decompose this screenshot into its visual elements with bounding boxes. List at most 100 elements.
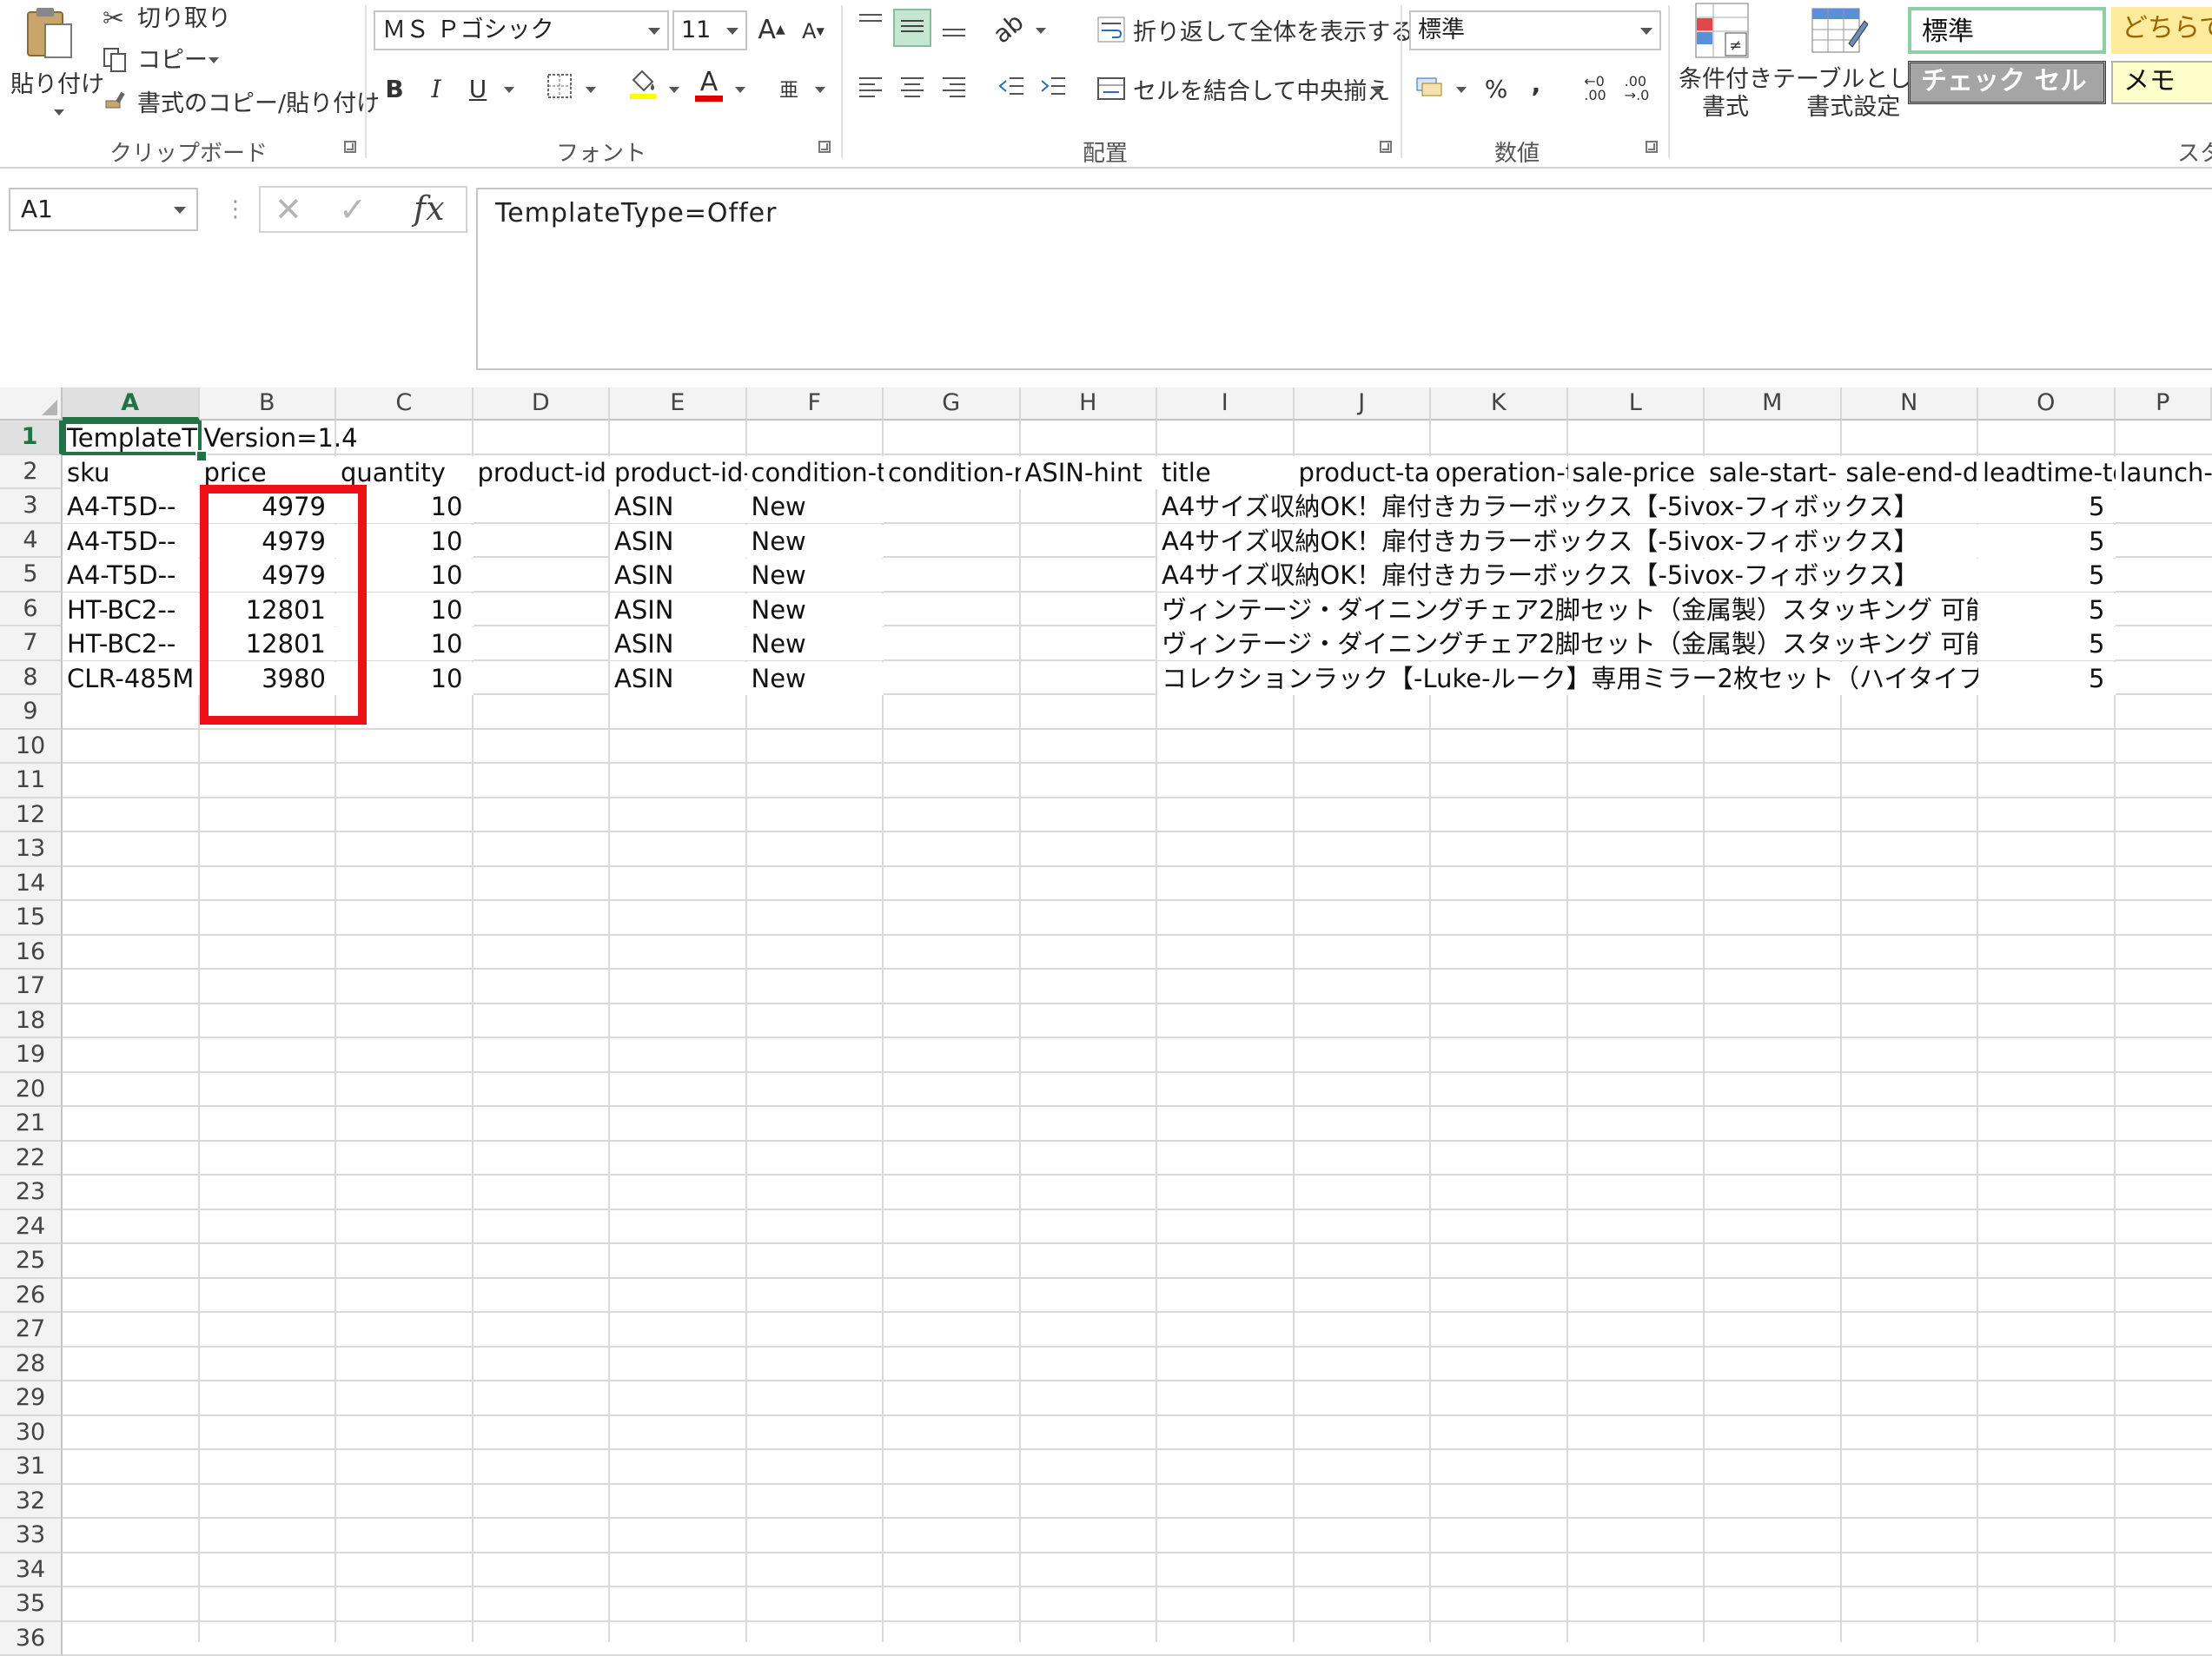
number-format-combo[interactable]: 標準 <box>1409 10 1661 50</box>
cell-c8[interactable]: 10 <box>336 662 474 695</box>
row-header-1[interactable]: 1 <box>0 421 63 455</box>
cell-b4[interactable]: 4979 <box>200 525 337 558</box>
row-header-10[interactable]: 10 <box>0 730 63 765</box>
row-header-17[interactable]: 17 <box>0 970 63 1004</box>
font-color-button[interactable]: A <box>692 68 726 103</box>
cell-i8[interactable]: コレクションラック【-Luke-ルーク】専用ミラー2枚セット（ハイタイプ用/ス <box>1157 662 1978 695</box>
percent-style-button[interactable]: % <box>1479 71 1513 106</box>
cell-e7[interactable]: ASIN <box>610 627 747 660</box>
cell-b6[interactable]: 12801 <box>200 593 337 626</box>
row-header-20[interactable]: 20 <box>0 1073 63 1108</box>
cell-i7[interactable]: ヴィンテージ・ダイニングチェア2脚セット（金属製）スタッキング 可能、デ <box>1157 627 1978 660</box>
column-header-m[interactable]: M <box>1705 388 1842 421</box>
enter-icon[interactable]: ✓ <box>339 193 367 226</box>
cell-e2[interactable]: product-id- <box>610 456 747 489</box>
cancel-icon[interactable]: ✕ <box>275 193 302 226</box>
align-left-button[interactable] <box>853 71 888 106</box>
column-header-d[interactable]: D <box>474 388 611 421</box>
cell-a4[interactable]: A4-T5D-- <box>63 525 200 558</box>
row-header-13[interactable]: 13 <box>0 832 63 867</box>
cell-n2[interactable]: sale-end-d <box>1842 456 1979 489</box>
row-header-32[interactable]: 32 <box>0 1485 63 1520</box>
merge-center-button[interactable]: セルを結合して中央揃え <box>1096 73 1392 108</box>
row-header-26[interactable]: 26 <box>0 1279 63 1314</box>
insert-function-icon[interactable]: fx <box>414 191 445 226</box>
row-header-29[interactable]: 29 <box>0 1381 63 1416</box>
cell-f3[interactable]: New <box>747 490 884 523</box>
cell-i5[interactable]: A4サイズ収納OK！扉付きカラーボックス【-5ivox-フィボックス】 <box>1157 559 1978 592</box>
cell-o8[interactable]: 5 <box>1978 662 2116 695</box>
borders-dropdown-icon[interactable] <box>586 87 596 93</box>
cell-f7[interactable]: New <box>747 627 884 660</box>
wrap-text-button[interactable]: 折り返して全体を表示する <box>1096 14 1383 49</box>
cell-a5[interactable]: A4-T5D-- <box>63 559 200 592</box>
column-header-h[interactable]: H <box>1021 388 1158 421</box>
row-header-34[interactable]: 34 <box>0 1553 63 1588</box>
cell-style-check-cell[interactable]: チェック セル <box>1908 61 2106 104</box>
column-header-g[interactable]: G <box>884 388 1021 421</box>
column-header-p[interactable]: P <box>2116 388 2212 421</box>
fill-color-button[interactable] <box>626 70 660 104</box>
row-header-31[interactable]: 31 <box>0 1450 63 1485</box>
row-header-6[interactable]: 6 <box>0 593 63 627</box>
cell-k2[interactable]: operation-t <box>1431 456 1568 489</box>
cell-i2[interactable]: title <box>1157 456 1295 489</box>
column-header-k[interactable]: K <box>1431 388 1568 421</box>
font-size-combo[interactable]: 11 <box>672 10 747 50</box>
orientation-button[interactable]: ab <box>990 10 1025 45</box>
paste-button[interactable]: 貼り付け <box>5 3 101 116</box>
borders-button[interactable] <box>542 71 577 106</box>
cell-i4[interactable]: A4サイズ収納OK！扉付きカラーボックス【-5ivox-フィボックス】 <box>1157 525 1978 558</box>
accounting-dropdown-icon[interactable] <box>1456 87 1467 93</box>
formula-input[interactable]: TemplateType=Offer <box>476 188 2212 370</box>
cell-g2[interactable]: condition-r <box>884 456 1021 489</box>
cell-i6[interactable]: ヴィンテージ・ダイニングチェア2脚セット（金属製）スタッキング 可能、デ <box>1157 593 1978 626</box>
clipboard-dialog-launcher-icon[interactable] <box>344 141 356 153</box>
copy-button[interactable]: コピー <box>103 45 233 76</box>
align-bottom-button[interactable] <box>937 12 971 47</box>
shrink-font-button[interactable]: A▼ <box>796 14 831 49</box>
column-header-b[interactable]: B <box>200 388 337 421</box>
row-header-23[interactable]: 23 <box>0 1176 63 1210</box>
cell-p2[interactable]: launch- <box>2116 456 2212 489</box>
cell-b1[interactable]: Version=1.4 <box>200 421 337 454</box>
cell-o6[interactable]: 5 <box>1978 593 2116 626</box>
row-header-24[interactable]: 24 <box>0 1210 63 1245</box>
paste-dropdown-icon[interactable] <box>54 109 64 116</box>
cell-c5[interactable]: 10 <box>336 559 474 592</box>
cell-e5[interactable]: ASIN <box>610 559 747 592</box>
phonetic-button[interactable]: 亜 <box>772 71 806 106</box>
row-header-18[interactable]: 18 <box>0 1004 63 1039</box>
formula-bar-splitter-icon[interactable]: ⋮ <box>224 196 229 222</box>
column-header-c[interactable]: C <box>336 388 474 421</box>
cell-o3[interactable]: 5 <box>1978 490 2116 523</box>
row-header-36[interactable]: 36 <box>0 1622 63 1656</box>
cell-f2[interactable]: condition-t <box>747 456 884 489</box>
column-header-f[interactable]: F <box>747 388 884 421</box>
alignment-dialog-launcher-icon[interactable] <box>1380 141 1392 153</box>
row-header-33[interactable]: 33 <box>0 1519 63 1553</box>
cell-e6[interactable]: ASIN <box>610 593 747 626</box>
row-header-28[interactable]: 28 <box>0 1348 63 1382</box>
cell-e3[interactable]: ASIN <box>610 490 747 523</box>
column-header-l[interactable]: L <box>1568 388 1705 421</box>
column-header-j[interactable]: J <box>1295 388 1432 421</box>
cell-b2[interactable]: price <box>200 456 337 489</box>
cell-m2[interactable]: sale-start- <box>1705 456 1842 489</box>
cell-a1[interactable]: TemplateT <box>63 421 200 454</box>
row-header-5[interactable]: 5 <box>0 558 63 593</box>
cell-f5[interactable]: New <box>747 559 884 592</box>
column-header-i[interactable]: I <box>1157 388 1295 421</box>
fill-handle[interactable] <box>195 450 208 462</box>
cell-i3[interactable]: A4サイズ収納OK！扉付きカラーボックス【-5ivox-フィボックス】 <box>1157 490 1978 523</box>
cell-c2[interactable]: quantity <box>336 456 474 489</box>
cell-a2[interactable]: sku <box>63 456 200 489</box>
underline-dropdown-icon[interactable] <box>504 87 514 93</box>
format-painter-button[interactable]: 書式のコピー/貼り付け <box>103 89 354 120</box>
row-header-8[interactable]: 8 <box>0 661 63 696</box>
copy-dropdown-icon[interactable] <box>209 57 219 63</box>
cell-c4[interactable]: 10 <box>336 525 474 558</box>
cell-f6[interactable]: New <box>747 593 884 626</box>
increase-decimal-button[interactable]: ←0.00 <box>1578 71 1613 106</box>
font-color-dropdown-icon[interactable] <box>735 87 745 93</box>
